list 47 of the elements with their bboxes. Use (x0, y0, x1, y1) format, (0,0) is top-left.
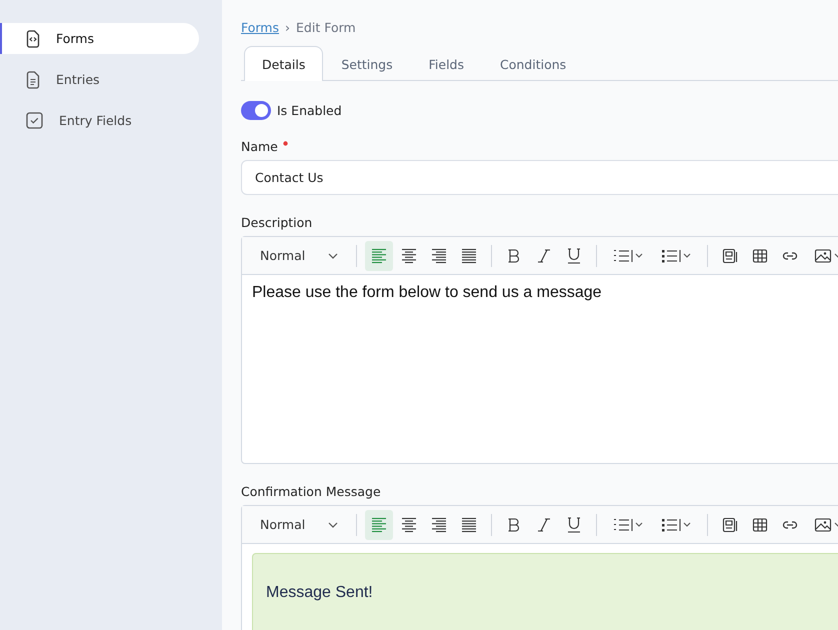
table-icon[interactable] (752, 248, 768, 264)
image-icon[interactable] (814, 248, 838, 264)
checkbox-icon (26, 112, 43, 129)
name-input-field[interactable]: Contact Us (241, 160, 838, 195)
field-label: Description (241, 215, 312, 230)
numbered-list-icon[interactable] (613, 248, 644, 262)
breadcrumb-separator: › (285, 20, 290, 34)
text-align-icon (460, 516, 478, 532)
field-label: Name (241, 139, 278, 154)
document-icon (26, 70, 40, 88)
text-align-icon (400, 516, 418, 532)
tab[interactable]: Settings (323, 46, 411, 81)
format-dropdown[interactable]: Normal (250, 510, 348, 540)
text-align-icon (430, 248, 448, 264)
chevron-down-icon (328, 522, 338, 528)
sidebar-item[interactable]: Forms (0, 23, 199, 54)
image-icon[interactable] (814, 516, 838, 532)
italic-icon[interactable] (536, 248, 552, 264)
breadcrumb-current: Edit Form (296, 20, 356, 34)
field-label: Confirmation Message (241, 484, 381, 499)
bullet-list-icon[interactable] (661, 518, 692, 532)
toggle-label: Is Enabled (277, 103, 342, 118)
text-align-icon (460, 248, 478, 264)
tab[interactable]: Fields (410, 46, 482, 81)
format-dropdown[interactable]: Normal (250, 240, 348, 270)
code-file-icon (26, 30, 40, 48)
italic-icon[interactable] (536, 516, 552, 532)
sidebar-item[interactable]: Entries (0, 64, 199, 95)
bullet-list-icon[interactable] (661, 248, 692, 262)
template-icon[interactable] (722, 516, 738, 532)
sidebar-item[interactable]: Entry Fields (0, 105, 199, 136)
text-align-icon (430, 516, 448, 532)
text-align-icon (370, 516, 388, 532)
numbered-list-icon[interactable] (613, 518, 644, 532)
underline-icon[interactable] (566, 516, 582, 532)
chevron-down-icon (328, 252, 338, 258)
text-align-icon (370, 248, 388, 264)
template-icon[interactable] (722, 248, 738, 264)
message-text: Message Sent! (266, 584, 374, 602)
text-align-icon (400, 248, 418, 264)
table-icon[interactable] (752, 516, 768, 532)
tab[interactable]: Conditions (482, 46, 584, 81)
toggle-switch[interactable] (241, 101, 271, 120)
underline-icon[interactable] (566, 248, 582, 264)
editor-text: Please use the form below to send us a message (252, 284, 603, 302)
breadcrumb-link[interactable]: Forms (241, 20, 280, 34)
tab[interactable]: Details (244, 46, 324, 81)
